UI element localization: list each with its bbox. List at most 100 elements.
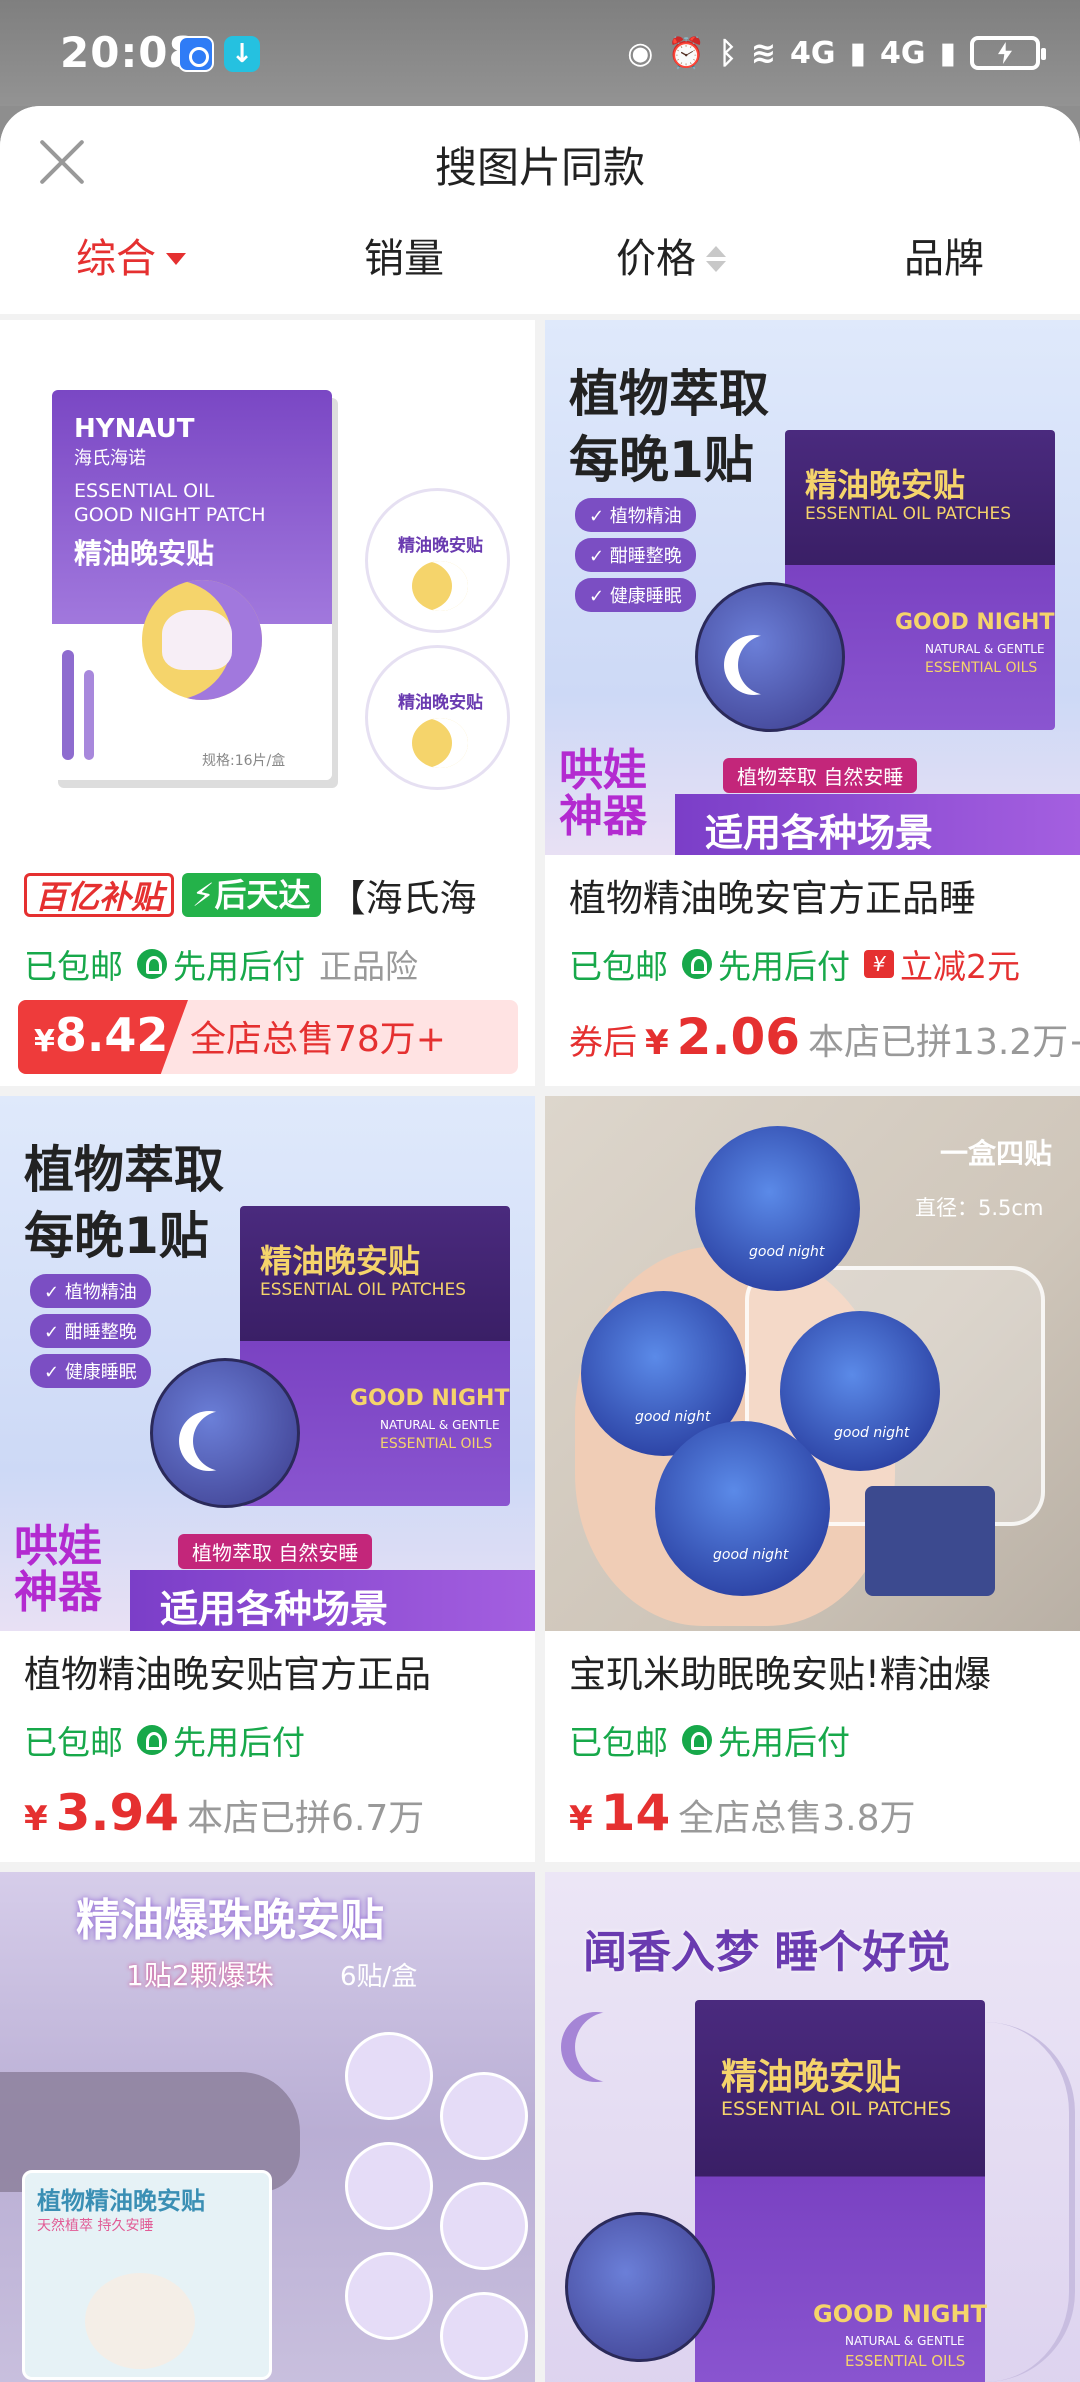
box-cn-text: 精油晚安贴 [260, 1242, 421, 1280]
delivery-badge: ⚡后天达 [182, 873, 321, 917]
subsidy-badge: 百亿补贴 [24, 873, 175, 917]
pay-later-tag: 先用后付 [682, 1716, 850, 1764]
price-currency: ¥ [24, 1799, 48, 1839]
alarm-icon: ⏰ [667, 35, 705, 71]
price-promo-bar: ¥ 8.42 全店总售78万+ [18, 1000, 518, 1074]
bullet-text: 酣睡整晚 [64, 1322, 137, 1343]
price-value: 14 [600, 1784, 671, 1842]
bullet-pill: ✓ 健康睡眠 [575, 578, 696, 612]
patch-circle [565, 2212, 715, 2362]
bullet-pill: ✓ 植物精油 [575, 498, 696, 532]
bunny-illustration [162, 610, 232, 670]
sales-count: 全店总售3.8万 [678, 1798, 916, 1839]
lavender-icon [62, 650, 74, 760]
signal-bars-icon: ▮ [849, 35, 866, 71]
moon-icon [193, 1411, 253, 1471]
moon-icon [738, 635, 798, 695]
patch-circle: 精油晚安贴 [365, 645, 510, 790]
coupon-icon: ¥ [864, 950, 894, 978]
product-card[interactable]: 精油爆珠晚安贴 1贴2颗爆珠 6贴/盒 植物精油晚安贴 天然植萃 持久安睡 [0, 1872, 535, 2382]
tab-sales[interactable]: 销量 [364, 226, 444, 292]
tab-comprehensive[interactable]: 综合 [76, 226, 186, 292]
patch-name: 精油晚安贴 [398, 536, 483, 556]
product-card[interactable]: 植物萃取 每晚1贴 ✓ 植物精油 ✓ 酣睡整晚 ✓ 健康睡眠 精油晚安贴 ESS… [0, 1096, 535, 1862]
banner-text: 适用各种场景 [160, 1587, 389, 1631]
patch-circle [440, 2182, 528, 2270]
image-search-sheet: 搜图片同款 综合 销量 价格 品牌 HYNAUT 海氏海诺 ESSENTIAL … [0, 106, 1080, 2382]
essential-text: ESSENTIAL OILS [925, 660, 1038, 676]
free-shipping-tag: 已包邮 [24, 947, 123, 986]
box-en-text: ESSENTIAL OIL PATCHES [721, 2098, 952, 2120]
status-icons: ◉ ⏰ ᛒ ≋ 4G ▮ 4G ▮ [627, 30, 1046, 76]
product-card[interactable]: 闻香入梦 睡个好觉 精油晚安贴 ESSENTIAL OIL PATCHES GO… [545, 1872, 1080, 2382]
product-title-text: 【海氏海 [328, 877, 477, 920]
product-image: HYNAUT 海氏海诺 ESSENTIAL OIL GOOD NIGHT PAT… [0, 320, 535, 855]
bullet-text: 植物精油 [64, 1282, 137, 1303]
product-image: 闻香入梦 睡个好觉 精油晚安贴 ESSENTIAL OIL PATCHES GO… [545, 1872, 1080, 2382]
brand-cn-text: 海氏海诺 [74, 448, 146, 469]
tab-brand[interactable]: 品牌 [904, 226, 984, 292]
headline2: 每晚1贴 [569, 431, 754, 489]
box-name: 植物精油晚安贴 [37, 2187, 205, 2215]
tab-label: 销量 [364, 236, 444, 282]
product-tags: 已包邮 先用后付 正品险 [24, 940, 418, 988]
battery-charging-icon [970, 36, 1046, 70]
sheep-illustration [85, 2273, 195, 2369]
patch-text: good night [834, 1425, 910, 1441]
pay-later-tag: 先用后付 [137, 940, 305, 988]
bullet-text: 健康睡眠 [609, 586, 682, 607]
product-card[interactable]: 一盒四贴 直径：5.5cm good night good night good… [545, 1096, 1080, 1862]
patch-circle: good night [655, 1421, 830, 1596]
delivery-badge-label: 后天达 [214, 876, 311, 914]
product-card[interactable]: HYNAUT 海氏海诺 ESSENTIAL OIL GOOD NIGHT PAT… [0, 320, 535, 1086]
banner-text: 适用各种场景 [705, 811, 934, 855]
natural-text: NATURAL & GENTLE [845, 2334, 965, 2348]
tab-label: 价格 [616, 236, 696, 282]
product-title: 宝玑米助眠晚安贴!精油爆 [569, 1653, 991, 1696]
app-icon [178, 36, 214, 72]
discount-label: 立减2元 [900, 947, 1020, 986]
bullet-pill: ✓ 酣睡整晚 [575, 538, 696, 572]
tab-label: 综合 [76, 236, 156, 282]
clock-outline [985, 2022, 1075, 2382]
pay-later-tag: 先用后付 [137, 1716, 305, 1764]
patch-name: 精油晚安贴 [398, 693, 483, 713]
free-shipping-tag: 已包邮 [569, 1723, 668, 1762]
natural-text: NATURAL & GENTLE [925, 642, 1045, 656]
discount-tag: ¥ 立减2元 [864, 940, 1020, 988]
price-currency: ¥ [34, 1024, 55, 1059]
sort-tabs: 综合 销量 价格 品牌 [0, 226, 1080, 292]
pay-later-icon [137, 949, 167, 979]
corner-line1: 哄娃 [559, 745, 647, 796]
signal-4g-icon: 4G [879, 35, 926, 71]
headline1: 植物萃取 [24, 1141, 224, 1199]
patch-text: good night [749, 1244, 825, 1260]
patch-circle [695, 582, 845, 732]
sales-count: 全店总售78万+ [190, 1019, 446, 1060]
eye-icon: ◉ [627, 35, 654, 71]
headline2: 每晚1贴 [24, 1207, 209, 1265]
banner: 适用各种场景 [675, 794, 1080, 855]
essential-text: ESSENTIAL OILS [380, 1436, 493, 1452]
price-row: 券后 ¥ 2.06 本店已拼13.2万+ [569, 1008, 1080, 1066]
lavender-icon [84, 670, 94, 760]
price-value: 2.06 [676, 1008, 801, 1066]
natural-text: NATURAL & GENTLE [380, 1418, 500, 1432]
price-prefix: 券后 [569, 1023, 637, 1063]
product-image: 植物萃取 每晚1贴 ✓ 植物精油 ✓ 酣睡整晚 ✓ 健康睡眠 精油晚安贴 ESS… [545, 320, 1080, 855]
product-box: 精油晚安贴 ESSENTIAL OIL PATCHES GOOD NIGHT N… [695, 2000, 987, 2382]
product-card[interactable]: 植物萃取 每晚1贴 ✓ 植物精油 ✓ 酣睡整晚 ✓ 健康睡眠 精油晚安贴 ESS… [545, 320, 1080, 1086]
corner-label: 哄娃 神器 [14, 1524, 114, 1616]
qty-label: 6贴/盒 [340, 1962, 418, 1992]
price-row: ¥ 3.94 本店已拼6.7万 [24, 1784, 424, 1842]
good-night-text: GOOD NIGHT [895, 610, 1055, 635]
product-box: HYNAUT 海氏海诺 ESSENTIAL OIL GOOD NIGHT PAT… [52, 390, 332, 780]
price-currency: ¥ [569, 1799, 593, 1839]
headline: 精油爆珠晚安贴 [76, 1895, 384, 1946]
tab-price[interactable]: 价格 [616, 226, 726, 292]
free-shipping-tag: 已包邮 [569, 947, 668, 986]
sales-count: 本店已拼6.7万 [187, 1798, 425, 1839]
box-cn-text: 精油晚安贴 [721, 2057, 902, 2098]
signal-bars-icon: ▮ [939, 35, 956, 71]
banner: 适用各种场景 [130, 1570, 535, 1631]
